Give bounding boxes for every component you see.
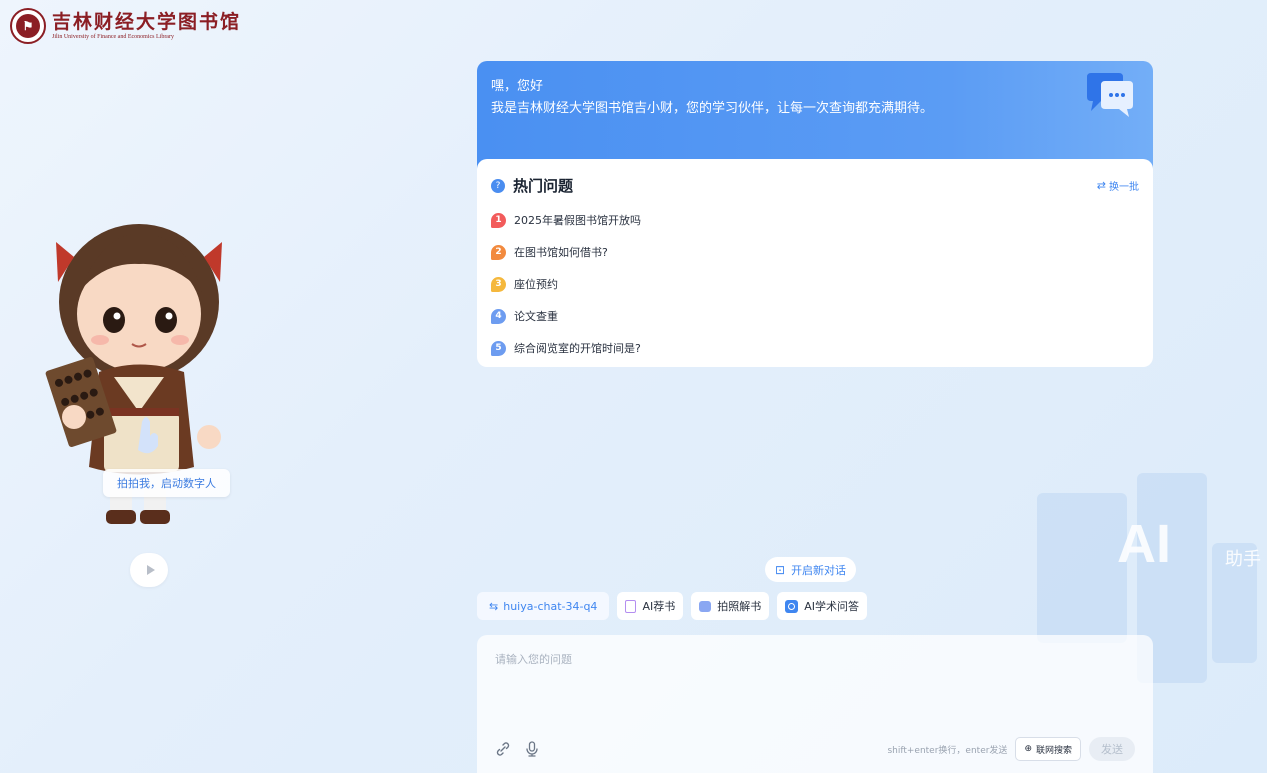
model-name: huiya-chat-34-q4 [503, 599, 598, 613]
input-hint: shift+enter换行，enter发送 [887, 745, 1008, 756]
ai-book-recommend-label: AI荐书 [642, 600, 676, 613]
refresh-icon: ⇄ [1096, 179, 1106, 192]
question-item[interactable]: 4 论文查重 [491, 300, 1139, 332]
welcome-intro: 我是吉林财经大学图书馆吉小财，您的学习伙伴，让每一次查询都充满期待。 [491, 101, 934, 116]
academic-ai-icon [785, 599, 799, 613]
chat-bubble-icon [1087, 73, 1133, 117]
chat-input-panel: shift+enter换行，enter发送 ⊕ 联网搜索 发送 [477, 635, 1153, 773]
start-avatar-button[interactable]: 拍拍我，启动数字人 [103, 469, 230, 497]
background-side-text: 助手 [1225, 549, 1261, 570]
question-number-badge: 4 [491, 308, 506, 324]
microphone-icon[interactable] [525, 741, 539, 757]
question-input[interactable] [495, 651, 1135, 711]
camera-icon [699, 600, 712, 612]
question-text: 综合阅览室的开馆时间是? [514, 342, 641, 355]
question-list: 1 2025年暑假图书馆开放吗 2 在图书馆如何借书? 3 座位预约 4 论文查… [491, 204, 1139, 364]
background-ai-text: AI [1117, 514, 1171, 574]
new-chat-label: 开启新对话 [791, 563, 847, 577]
play-button[interactable] [130, 553, 168, 587]
welcome-banner: 嘿，您好 我是吉林财经大学图书馆吉小财，您的学习伙伴，让每一次查询都充满期待。 [477, 61, 1153, 171]
ai-academic-qa-button[interactable]: AI学术问答 [777, 592, 867, 620]
question-number-badge: 5 [491, 340, 506, 356]
web-search-toggle[interactable]: ⊕ 联网搜索 [1015, 737, 1081, 761]
ai-book-recommend-button[interactable]: AI荐书 [617, 592, 684, 620]
question-item[interactable]: 5 综合阅览室的开馆时间是? [491, 332, 1139, 364]
tool-bar: ⇆ huiya-chat-34-q4 AI荐书 拍照解书 AI学术问答 [477, 592, 867, 620]
question-number-badge: 1 [491, 212, 506, 228]
library-logo[interactable]: ⚑ 吉林财经大学图书馆 Jilin University of Finance … [10, 8, 241, 44]
refresh-label: 换一批 [1109, 182, 1139, 193]
refresh-questions-button[interactable]: ⇄ 换一批 [1097, 178, 1139, 193]
question-item[interactable]: 2 在图书馆如何借书? [491, 236, 1139, 268]
logo-chinese-name: 吉林财经大学图书馆 [52, 10, 242, 33]
new-chat-button[interactable]: ⊡ 开启新对话 [765, 557, 857, 582]
photo-book-button[interactable]: 拍照解书 [691, 592, 770, 620]
question-number-badge: 3 [491, 276, 506, 292]
question-text: 论文查重 [514, 310, 558, 323]
question-text: 2025年暑假图书馆开放吗 [514, 214, 641, 227]
ai-academic-qa-label: AI学术问答 [804, 600, 859, 613]
globe-icon: ⊕ [1024, 744, 1032, 754]
question-number-badge: 2 [491, 244, 506, 260]
hot-questions-title: 热门问题 [513, 177, 574, 195]
book-icon [625, 599, 637, 613]
new-chat-icon: ⊡ [775, 562, 786, 577]
photo-book-label: 拍照解书 [717, 600, 762, 613]
question-text: 座位预约 [514, 278, 558, 291]
play-icon [146, 565, 155, 575]
question-item[interactable]: 3 座位预约 [491, 268, 1139, 300]
question-text: 在图书馆如何借书? [514, 246, 608, 259]
hot-questions-panel: ? 热门问题 ⇄ 换一批 1 2025年暑假图书馆开放吗 2 在图书馆如何借书?… [477, 159, 1153, 367]
hot-questions-icon: ? [491, 178, 505, 193]
model-selector[interactable]: ⇆ huiya-chat-34-q4 [477, 592, 610, 620]
web-search-label: 联网搜索 [1035, 745, 1072, 756]
send-button[interactable]: 发送 [1089, 737, 1135, 761]
switch-model-icon: ⇆ [489, 599, 499, 613]
logo-english-name: Jilin University of Finance and Economic… [52, 33, 174, 40]
university-seal-icon: ⚑ [10, 8, 46, 44]
welcome-greeting: 嘿，您好 [491, 79, 544, 94]
attachment-link-icon[interactable] [495, 741, 511, 757]
question-item[interactable]: 1 2025年暑假图书馆开放吗 [491, 204, 1139, 236]
